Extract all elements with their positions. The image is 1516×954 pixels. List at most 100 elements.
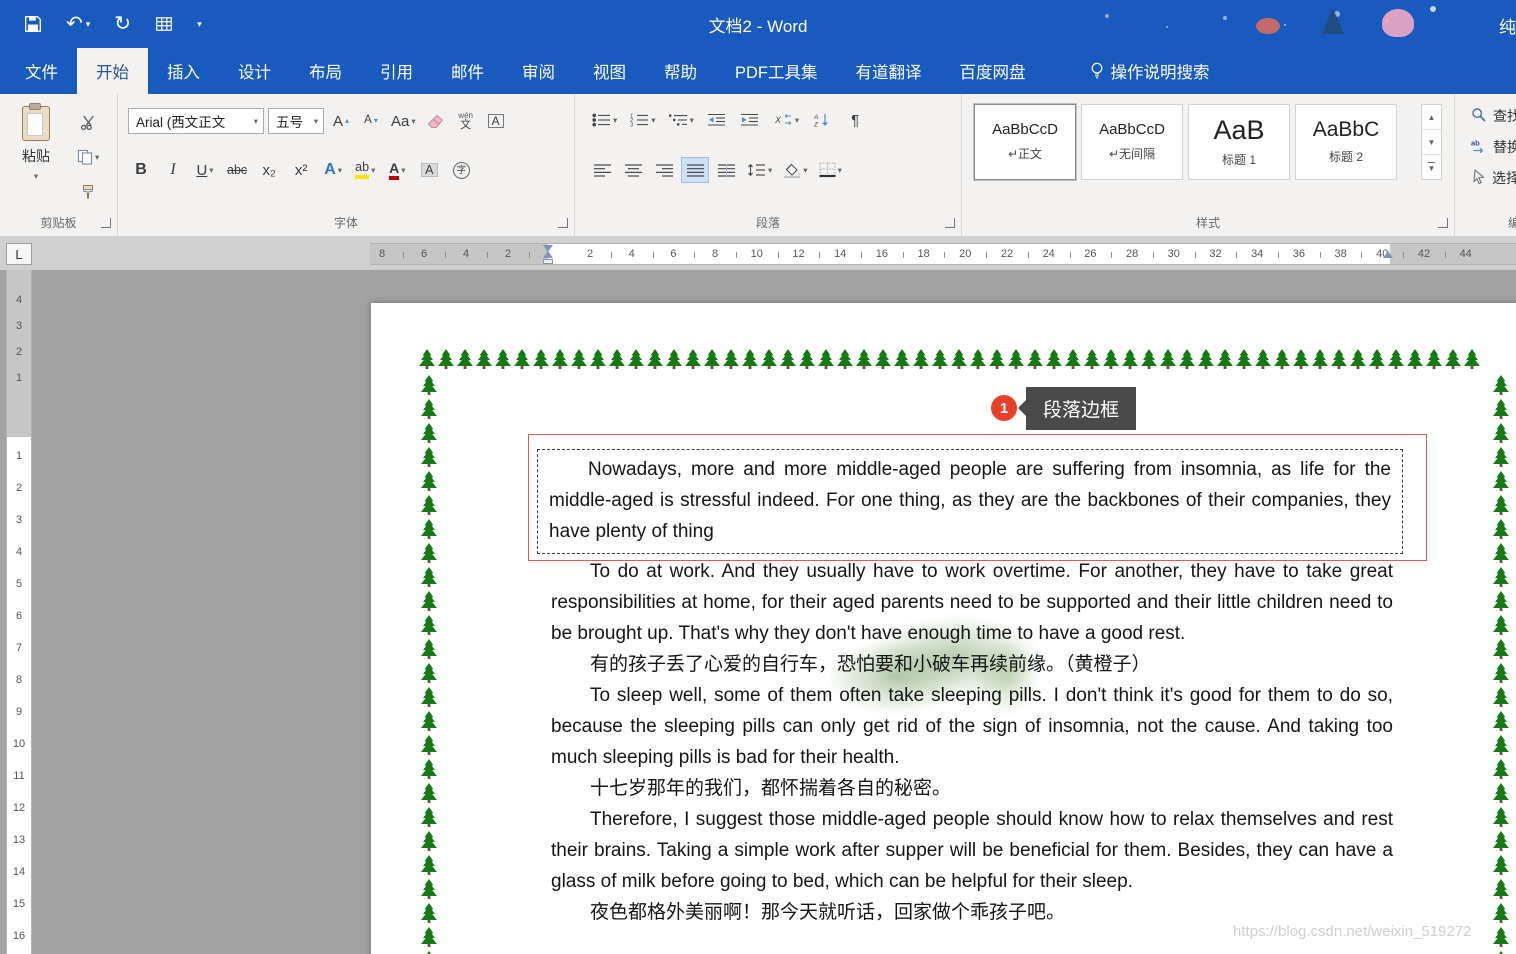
- horizontal-ruler[interactable]: 8 6 4 2 2 4 6 8 10 12 14 16 18 20 22 24 26 28 30 32 34 36 38 40…: [370, 243, 1516, 265]
- underline-button[interactable]: U ▾: [192, 158, 218, 182]
- paragraph-2[interactable]: To do at work. And they usually have to …: [551, 556, 1393, 649]
- christmas-tree-icon: [1493, 375, 1509, 395]
- page[interactable]: Nowadays, more and more middle-aged peop…: [371, 303, 1516, 954]
- vertical-ruler[interactable]: 4 3 2 1 1 2 3 4 5 6 7 8 9 10 11 12 13 14 15 16: [6, 270, 32, 954]
- style-scroll-down-button[interactable]: ▼: [1422, 130, 1441, 155]
- style-scroll-up-button[interactable]: ▲: [1422, 105, 1441, 130]
- style-gallery-more-button[interactable]: ▼: [1422, 155, 1441, 179]
- multilevel-list-button[interactable]: ▾: [666, 108, 697, 132]
- style-no-spacing[interactable]: AaBbCcD ↵无间隔: [1081, 104, 1183, 180]
- tab-layout[interactable]: 布局: [290, 48, 361, 94]
- phonetic-guide-button[interactable]: wén 文: [453, 109, 479, 133]
- highlight-button[interactable]: ab ▾: [352, 158, 378, 182]
- paragraph-3[interactable]: 有的孩子丢了心爱的自行车，恐怕要和小破车再续前缘。（黄橙子）: [551, 649, 1393, 680]
- chevron-down-icon: ▾: [401, 164, 406, 175]
- tab-pdf-tools[interactable]: PDF工具集: [716, 48, 837, 94]
- paragraph-dialog-launcher[interactable]: [945, 218, 955, 228]
- tab-stop-selector[interactable]: L: [6, 243, 32, 265]
- tab-view[interactable]: 视图: [574, 48, 645, 94]
- show-hide-marks-button[interactable]: ¶: [842, 108, 868, 132]
- change-case-button[interactable]: Aa ▾: [388, 109, 419, 133]
- tree-border-left: [421, 375, 437, 954]
- decrease-indent-button[interactable]: [704, 108, 730, 132]
- strikethrough-button[interactable]: abc: [224, 158, 250, 182]
- numbering-button[interactable]: 1 2 3 ▾: [627, 108, 658, 132]
- sort-button[interactable]: AZ: [809, 108, 835, 132]
- style-heading-2[interactable]: AaBbC 标题 2: [1295, 104, 1397, 180]
- cut-button[interactable]: [74, 110, 102, 134]
- style-heading-1[interactable]: AaB 标题 1: [1188, 104, 1290, 180]
- italic-button[interactable]: I: [160, 158, 186, 182]
- tab-review[interactable]: 审阅: [503, 48, 574, 94]
- line-spacing-button[interactable]: ▾: [744, 158, 775, 182]
- christmas-tree-icon: [495, 349, 511, 369]
- numbering-icon: 123: [630, 113, 649, 127]
- christmas-tree-icon: [421, 639, 437, 659]
- ruler-number: 9: [15, 706, 23, 718]
- redo-button[interactable]: ↻: [114, 14, 131, 34]
- svg-text:ab: ab: [1471, 138, 1480, 147]
- tab-tell-me[interactable]: 操作说明搜索: [1071, 48, 1229, 94]
- tab-baidu-netdisk[interactable]: 百度网盘: [941, 48, 1045, 94]
- tab-file[interactable]: 文件: [6, 48, 77, 94]
- tab-mailings[interactable]: 邮件: [432, 48, 503, 94]
- customize-quick-access-button[interactable]: ▾: [197, 19, 202, 29]
- character-shading-button[interactable]: A: [416, 158, 442, 182]
- paragraph-1[interactable]: Nowadays, more and more middle-aged peop…: [537, 449, 1403, 554]
- align-right-button[interactable]: [651, 158, 677, 182]
- bold-button[interactable]: B: [128, 158, 154, 182]
- increase-indent-button[interactable]: [737, 108, 763, 132]
- tab-home[interactable]: 开始: [77, 48, 148, 94]
- christmas-tree-icon: [1236, 349, 1252, 369]
- align-left-button[interactable]: [589, 158, 615, 182]
- christmas-tree-icon: [837, 349, 853, 369]
- chevron-down-icon: ▾: [95, 151, 100, 162]
- copy-button[interactable]: ▾: [74, 145, 102, 169]
- tab-references[interactable]: 引用: [361, 48, 432, 94]
- replace-button[interactable]: ab替换▾: [1471, 137, 1516, 157]
- subscript-button[interactable]: x₂: [256, 158, 282, 182]
- tab-help[interactable]: 帮助: [645, 48, 716, 94]
- clear-formatting-button[interactable]: [423, 109, 449, 133]
- superscript-button[interactable]: x²: [288, 158, 314, 182]
- save-button[interactable]: [24, 15, 42, 33]
- paragraph-5[interactable]: 十七岁那年的我们，都怀揣着各自的秘密。: [551, 773, 1393, 804]
- character-border-button[interactable]: A: [483, 109, 509, 133]
- paragraph-6[interactable]: Therefore, I suggest those middle-aged p…: [551, 804, 1393, 897]
- font-color-button[interactable]: A ▾: [384, 158, 410, 182]
- shading-button[interactable]: ▾: [780, 158, 810, 182]
- distribute-button[interactable]: [713, 158, 739, 182]
- styles-dialog-launcher[interactable]: [1438, 218, 1448, 228]
- paragraph-4[interactable]: To sleep well, some of them often take s…: [551, 680, 1393, 773]
- select-button[interactable]: 选择▾: [1471, 168, 1516, 188]
- left-indent-marker[interactable]: [543, 259, 553, 264]
- ruler-number: 10: [750, 248, 763, 260]
- tab-youdao-translate[interactable]: 有道翻译: [837, 48, 941, 94]
- undo-button[interactable]: ↶ ▾: [66, 14, 90, 34]
- right-indent-marker[interactable]: [1383, 251, 1393, 258]
- asian-layout-button[interactable]: X ▾: [770, 108, 802, 132]
- grow-font-button[interactable]: A ▴: [328, 109, 354, 133]
- font-name-combo[interactable]: Arial (西文正文 ▾: [128, 108, 264, 134]
- find-button[interactable]: 查找▾: [1471, 106, 1516, 126]
- format-painter-button[interactable]: [74, 180, 102, 204]
- clipboard-dialog-launcher[interactable]: [101, 218, 111, 228]
- paste-button[interactable]: 粘贴 ▾: [10, 102, 62, 202]
- text-effects-button[interactable]: A ▾: [320, 158, 346, 182]
- table-tool-button[interactable]: [155, 15, 173, 33]
- align-center-button[interactable]: [620, 158, 646, 182]
- hanging-indent-marker[interactable]: [543, 251, 553, 258]
- font-row-2: B I U ▾ abc x₂ x² A ▾ ab ▾ A ▾ A 字: [128, 158, 474, 182]
- font-dialog-launcher[interactable]: [558, 218, 568, 228]
- borders-button[interactable]: ▾: [816, 158, 845, 182]
- tab-design[interactable]: 设计: [219, 48, 290, 94]
- enclose-characters-button[interactable]: 字: [448, 158, 474, 182]
- justify-button[interactable]: [681, 157, 709, 183]
- ruler-tick: [1444, 252, 1446, 258]
- shrink-font-button[interactable]: A ▾: [358, 109, 384, 133]
- style-normal[interactable]: AaBbCcD ↵正文: [973, 103, 1077, 181]
- bullets-button[interactable]: ▾: [589, 108, 620, 132]
- style-name: ↵无间隔: [1108, 146, 1156, 161]
- tab-insert[interactable]: 插入: [148, 48, 219, 94]
- font-size-combo[interactable]: 五号 ▾: [268, 108, 324, 134]
